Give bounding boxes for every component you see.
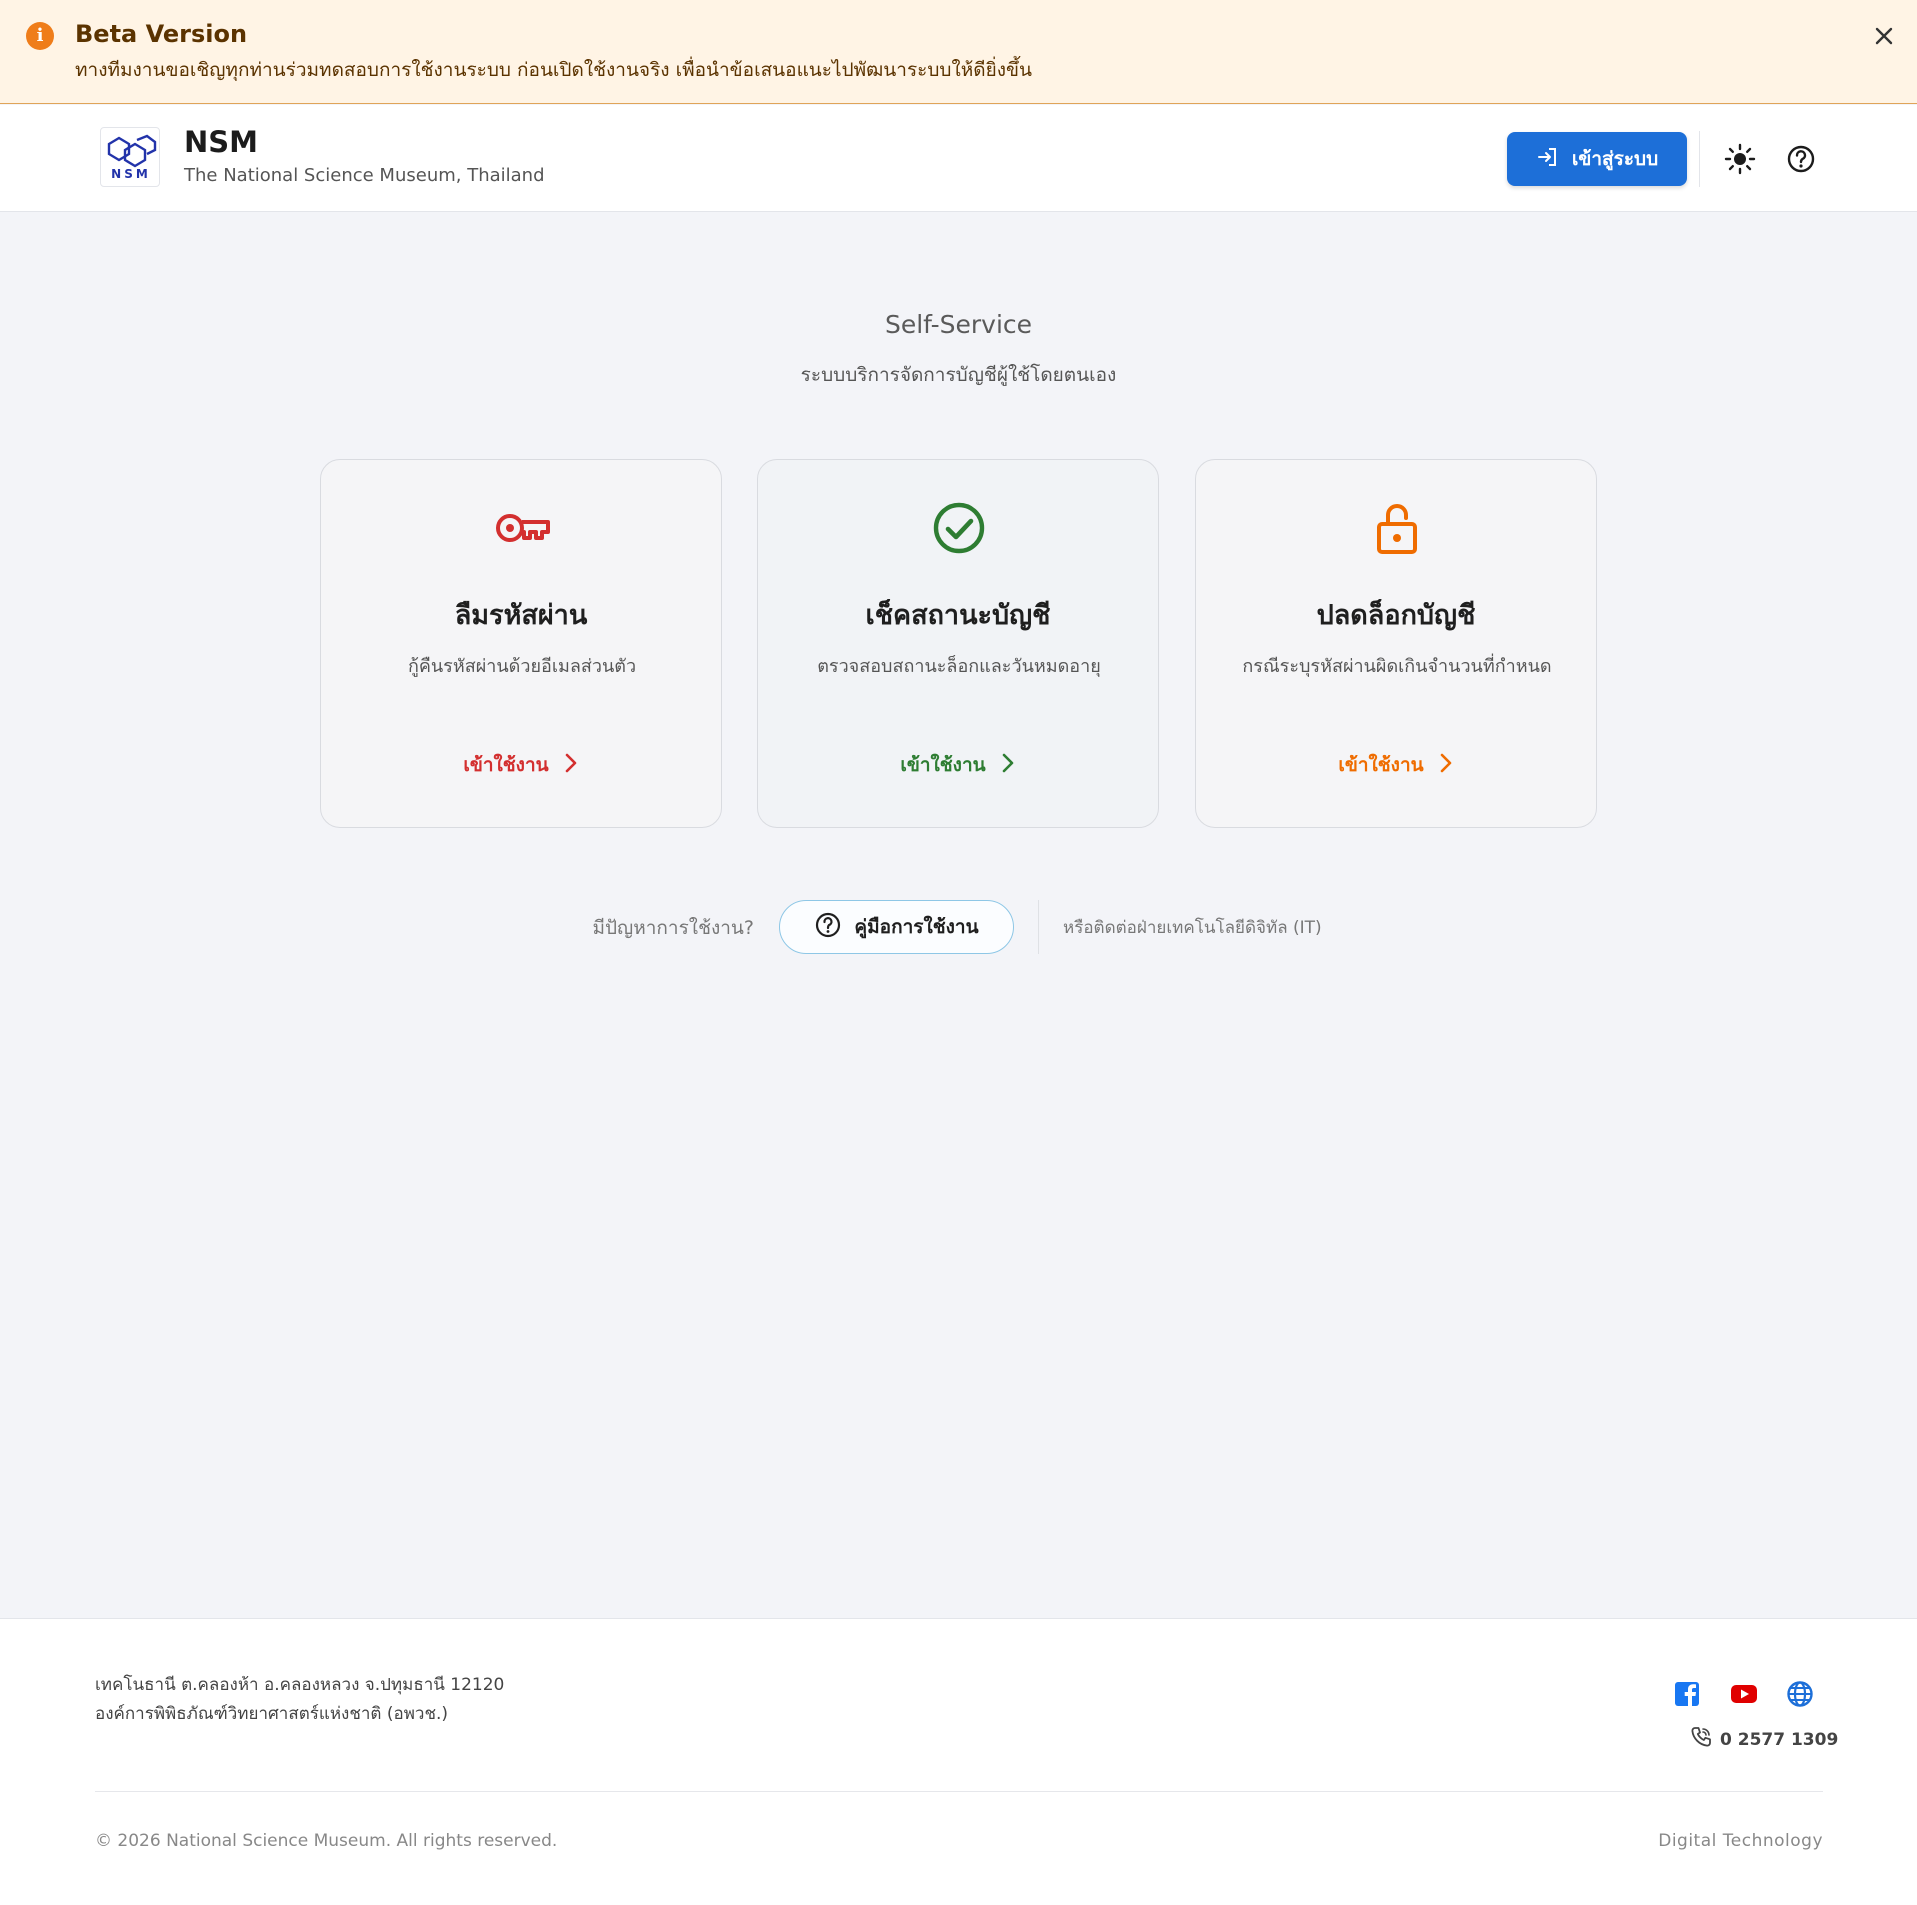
address-line-1: เทคโนธานี ต.คลองห้า อ.คลองหลวง จ.ปทุมธาน… <box>95 1675 505 1695</box>
card-description: ตรวจสอบสถานะล็อกและวันหมดอายุ <box>817 656 1101 677</box>
logo-text: NSM <box>111 167 151 181</box>
check-circle-icon <box>929 498 989 558</box>
app-header: NSM NSM The National Science Museum, Tha… <box>0 105 1917 212</box>
nsm-logo[interactable]: NSM <box>100 127 160 187</box>
brand-subtitle: The National Science Museum, Thailand <box>184 165 545 186</box>
beta-banner: i Beta Version ทางทีมงานขอเชิญทุกท่านร่ว… <box>0 0 1917 104</box>
key-icon <box>492 498 552 558</box>
facebook-icon[interactable] <box>1672 1679 1702 1709</box>
brand-name: NSM <box>184 125 259 159</box>
phone-icon <box>1690 1726 1712 1753</box>
login-button[interactable]: เข้าสู่ระบบ <box>1507 132 1687 186</box>
address-line-2: องค์การพิพิธภัณฑ์วิทยาศาสตร์แห่งชาติ (อพ… <box>95 1704 449 1724</box>
card-title: ปลดล็อกบัญชี <box>1316 600 1476 631</box>
footer-divider <box>95 1791 1823 1792</box>
unlock-account-card[interactable]: ปลดล็อกบัญชี กรณีระบุรหัสผ่านผิดเกินจำนว… <box>1195 459 1597 828</box>
card-description: กู้คืนรหัสผ่านด้วยอีเมลส่วนตัว <box>407 656 637 677</box>
login-icon <box>1536 145 1560 174</box>
card-title: ลืมรหัสผ่าน <box>454 600 588 631</box>
card-link[interactable]: เข้าใช้งาน <box>758 750 1158 780</box>
card-link-label: เข้าใช้งาน <box>463 754 549 776</box>
phone-number: 0 2577 1309 <box>1720 1729 1839 1750</box>
login-label: เข้าสู่ระบบ <box>1571 148 1659 170</box>
info-icon: i <box>26 22 54 50</box>
card-link-label: เข้าใช้งาน <box>1338 754 1424 776</box>
beta-message: ทางทีมงานขอเชิญทุกท่านร่วมทดสอบการใช้งาน… <box>75 59 1033 81</box>
help-icon <box>814 911 842 944</box>
user-manual-label: คู่มือการใช้งาน <box>854 916 979 938</box>
site-footer: เทคโนธานี ต.คลองห้า อ.คลองหลวง จ.ปทุมธาน… <box>0 1618 1917 1905</box>
card-title: เช็คสถานะบัญชี <box>865 600 1051 631</box>
beta-title: Beta Version <box>75 20 248 48</box>
page-title: Self-Service <box>884 310 1033 339</box>
sun-icon[interactable] <box>1722 141 1758 177</box>
header-divider <box>1699 131 1700 187</box>
chevron-right-icon <box>1438 751 1454 780</box>
phone-contact[interactable]: 0 2577 1309 <box>1690 1726 1838 1753</box>
it-contact-text: หรือติดต่อฝ่ายเทคโนโลยีดิจิทัล (IT) <box>1063 918 1322 938</box>
copyright-text: © 2026 National Science Museum. All righ… <box>95 1831 558 1851</box>
help-divider <box>1038 900 1039 954</box>
card-description: กรณีระบุรหัสผ่านผิดเกินจำนวนที่กำหนด <box>1242 656 1552 677</box>
close-icon[interactable] <box>1870 22 1898 50</box>
user-manual-button[interactable]: คู่มือการใช้งาน <box>779 900 1014 954</box>
card-link[interactable]: เข้าใช้งาน <box>1196 750 1596 780</box>
department-name: Digital Technology <box>1658 1831 1823 1851</box>
chevron-right-icon <box>1000 751 1016 780</box>
chevron-right-icon <box>563 751 579 780</box>
help-icon[interactable] <box>1783 141 1819 177</box>
card-link[interactable]: เข้าใช้งาน <box>321 750 721 780</box>
unlock-icon <box>1367 498 1427 558</box>
youtube-icon[interactable] <box>1729 1679 1759 1709</box>
forgot-password-card[interactable]: ลืมรหัสผ่าน กู้คืนรหัสผ่านด้วยอีเมลส่วนต… <box>320 459 722 828</box>
card-link-label: เข้าใช้งาน <box>900 754 986 776</box>
globe-icon[interactable] <box>1785 1679 1815 1709</box>
check-status-card[interactable]: เช็คสถานะบัญชี ตรวจสอบสถานะล็อกและวันหมด… <box>757 459 1159 828</box>
page-subtitle: ระบบบริการจัดการบัญชีผู้ใช้โดยตนเอง <box>800 364 1117 386</box>
help-question: มีปัญหาการใช้งาน? <box>592 917 754 939</box>
